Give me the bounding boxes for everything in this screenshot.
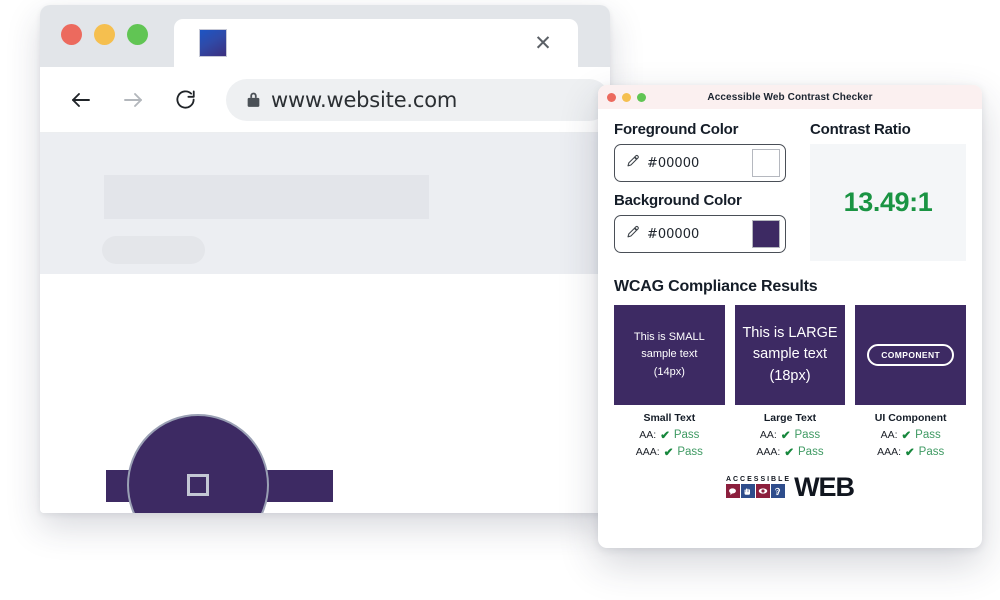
tab-close-icon[interactable]: ✕ bbox=[530, 30, 556, 56]
large-text-line: sample text bbox=[752, 346, 828, 363]
speech-bubble-icon bbox=[725, 484, 740, 499]
wcag-results-heading: WCAG Compliance Results bbox=[614, 278, 818, 295]
result-row: AA: ✔ Pass bbox=[855, 428, 966, 442]
large-text-results: Large Text AA: ✔ Pass AAA: ✔ Pass bbox=[735, 412, 846, 462]
accessible-web-logo: ACCESSIBLE WEB bbox=[614, 472, 966, 502]
hand-icon bbox=[740, 484, 755, 499]
decorative-circle bbox=[127, 414, 269, 513]
result-title: Large Text bbox=[763, 412, 817, 424]
result-row: AAA: ✔ Pass bbox=[855, 445, 966, 459]
ear-icon bbox=[770, 484, 785, 499]
foreground-color-swatch[interactable] bbox=[752, 149, 780, 177]
color-and-ratio-row: Foreground Color #00000 Background Color… bbox=[614, 121, 966, 263]
contrast-ratio-panel: 13.49:1 bbox=[810, 144, 966, 261]
lock-icon bbox=[246, 91, 261, 108]
background-color-swatch[interactable] bbox=[752, 220, 780, 248]
result-title: Small Text bbox=[643, 412, 696, 424]
result-row: AAA: ✔ Pass bbox=[614, 445, 725, 459]
result-level: AAA: bbox=[877, 446, 902, 458]
large-text-line: This is LARGE bbox=[742, 325, 838, 342]
browser-window: ✕ + www.w bbox=[40, 5, 610, 513]
result-status: Pass bbox=[915, 429, 941, 441]
contrast-ratio-value: 13.49:1 bbox=[843, 187, 933, 217]
hero-button-placeholder[interactable] bbox=[102, 236, 205, 264]
color-inputs-column: Foreground Color #00000 Background Color… bbox=[614, 121, 786, 263]
window-close-button[interactable] bbox=[61, 24, 82, 45]
panel-title-bar: Accessible Web Contrast Checker bbox=[598, 85, 982, 109]
eyedropper-icon[interactable] bbox=[626, 154, 640, 173]
background-color-label: Background Color bbox=[614, 192, 742, 209]
window-minimize-button[interactable] bbox=[94, 24, 115, 45]
small-text-line: This is SMALL bbox=[633, 331, 705, 344]
background-color-value: #00000 bbox=[647, 226, 700, 242]
wcag-results-row: Small Text AA: ✔ Pass AAA: ✔ Pass Large … bbox=[614, 412, 966, 462]
url-bar[interactable]: www.website.com bbox=[226, 78, 610, 121]
eyedropper-icon[interactable] bbox=[626, 225, 640, 244]
wcag-sample-cards: This is SMALL sample text (14px) This is… bbox=[614, 305, 967, 405]
result-level: AAA: bbox=[635, 446, 660, 458]
contrast-checker-panel: Accessible Web Contrast Checker Foregrou… bbox=[598, 85, 982, 548]
foreground-color-value: #00000 bbox=[647, 155, 700, 171]
logo-icon-squares bbox=[725, 484, 791, 499]
logo-mark: ACCESSIBLE bbox=[725, 476, 792, 499]
small-text-line: (14px) bbox=[653, 365, 685, 378]
result-level: AA: bbox=[759, 429, 777, 441]
result-level: AA: bbox=[639, 429, 657, 441]
component-pill-label[interactable]: COMPONENT bbox=[867, 344, 955, 366]
result-status: Pass bbox=[794, 429, 821, 441]
check-icon: ✔ bbox=[780, 430, 791, 442]
check-icon: ✔ bbox=[660, 430, 670, 442]
check-icon: ✔ bbox=[663, 447, 674, 459]
tab-favicon-icon bbox=[199, 29, 227, 57]
result-row: AAA: ✔ Pass bbox=[735, 445, 846, 459]
result-title: UI Component bbox=[874, 412, 947, 424]
hero-title-placeholder bbox=[104, 175, 429, 219]
logo-accessible-text: ACCESSIBLE bbox=[725, 476, 792, 484]
decorative-square-icon bbox=[187, 474, 209, 496]
result-status: Pass bbox=[677, 446, 703, 458]
ui-component-results: UI Component AA: ✔ Pass AAA: ✔ Pass bbox=[855, 412, 966, 462]
browser-traffic-lights bbox=[61, 24, 148, 45]
panel-title: Accessible Web Contrast Checker bbox=[707, 91, 873, 103]
result-row: AA: ✔ Pass bbox=[614, 428, 725, 442]
result-status: Pass bbox=[673, 429, 700, 441]
browser-toolbar: www.website.com bbox=[40, 67, 610, 133]
reload-icon[interactable] bbox=[166, 81, 204, 119]
check-icon: ✔ bbox=[901, 430, 912, 442]
large-text-sample-card: This is LARGE sample text (18px) bbox=[734, 305, 846, 405]
check-icon: ✔ bbox=[905, 447, 915, 459]
foreground-color-label: Foreground Color bbox=[614, 121, 739, 138]
result-level: AAA: bbox=[756, 446, 781, 458]
forward-arrow-icon[interactable] bbox=[114, 81, 152, 119]
url-text: www.website.com bbox=[271, 87, 458, 112]
page-content-wireframe bbox=[40, 133, 610, 513]
ui-component-sample-card: COMPONENT bbox=[855, 305, 967, 405]
foreground-color-input[interactable]: #00000 bbox=[614, 144, 786, 182]
result-row: AA: ✔ Pass bbox=[735, 428, 846, 442]
small-text-results: Small Text AA: ✔ Pass AAA: ✔ Pass bbox=[614, 412, 725, 462]
result-level: AA: bbox=[880, 429, 898, 441]
large-text-line: (18px) bbox=[769, 367, 811, 384]
contrast-ratio-column: Contrast Ratio 13.49:1 bbox=[810, 121, 966, 263]
small-text-sample-card: This is SMALL sample text (14px) bbox=[614, 305, 725, 405]
browser-tab[interactable]: ✕ bbox=[174, 19, 578, 67]
browser-tab-bar: ✕ + bbox=[40, 5, 610, 67]
panel-body: Foreground Color #00000 Background Color… bbox=[598, 109, 982, 502]
back-arrow-icon[interactable] bbox=[62, 81, 100, 119]
check-icon: ✔ bbox=[784, 447, 794, 459]
window-maximize-button[interactable] bbox=[127, 24, 148, 45]
background-color-input[interactable]: #00000 bbox=[614, 215, 786, 253]
result-status: Pass bbox=[918, 446, 945, 458]
eye-icon bbox=[755, 484, 770, 499]
result-status: Pass bbox=[798, 446, 824, 458]
contrast-ratio-label: Contrast Ratio bbox=[810, 121, 911, 138]
logo-web-text: WEB bbox=[794, 472, 855, 502]
small-text-line: sample text bbox=[641, 348, 698, 361]
